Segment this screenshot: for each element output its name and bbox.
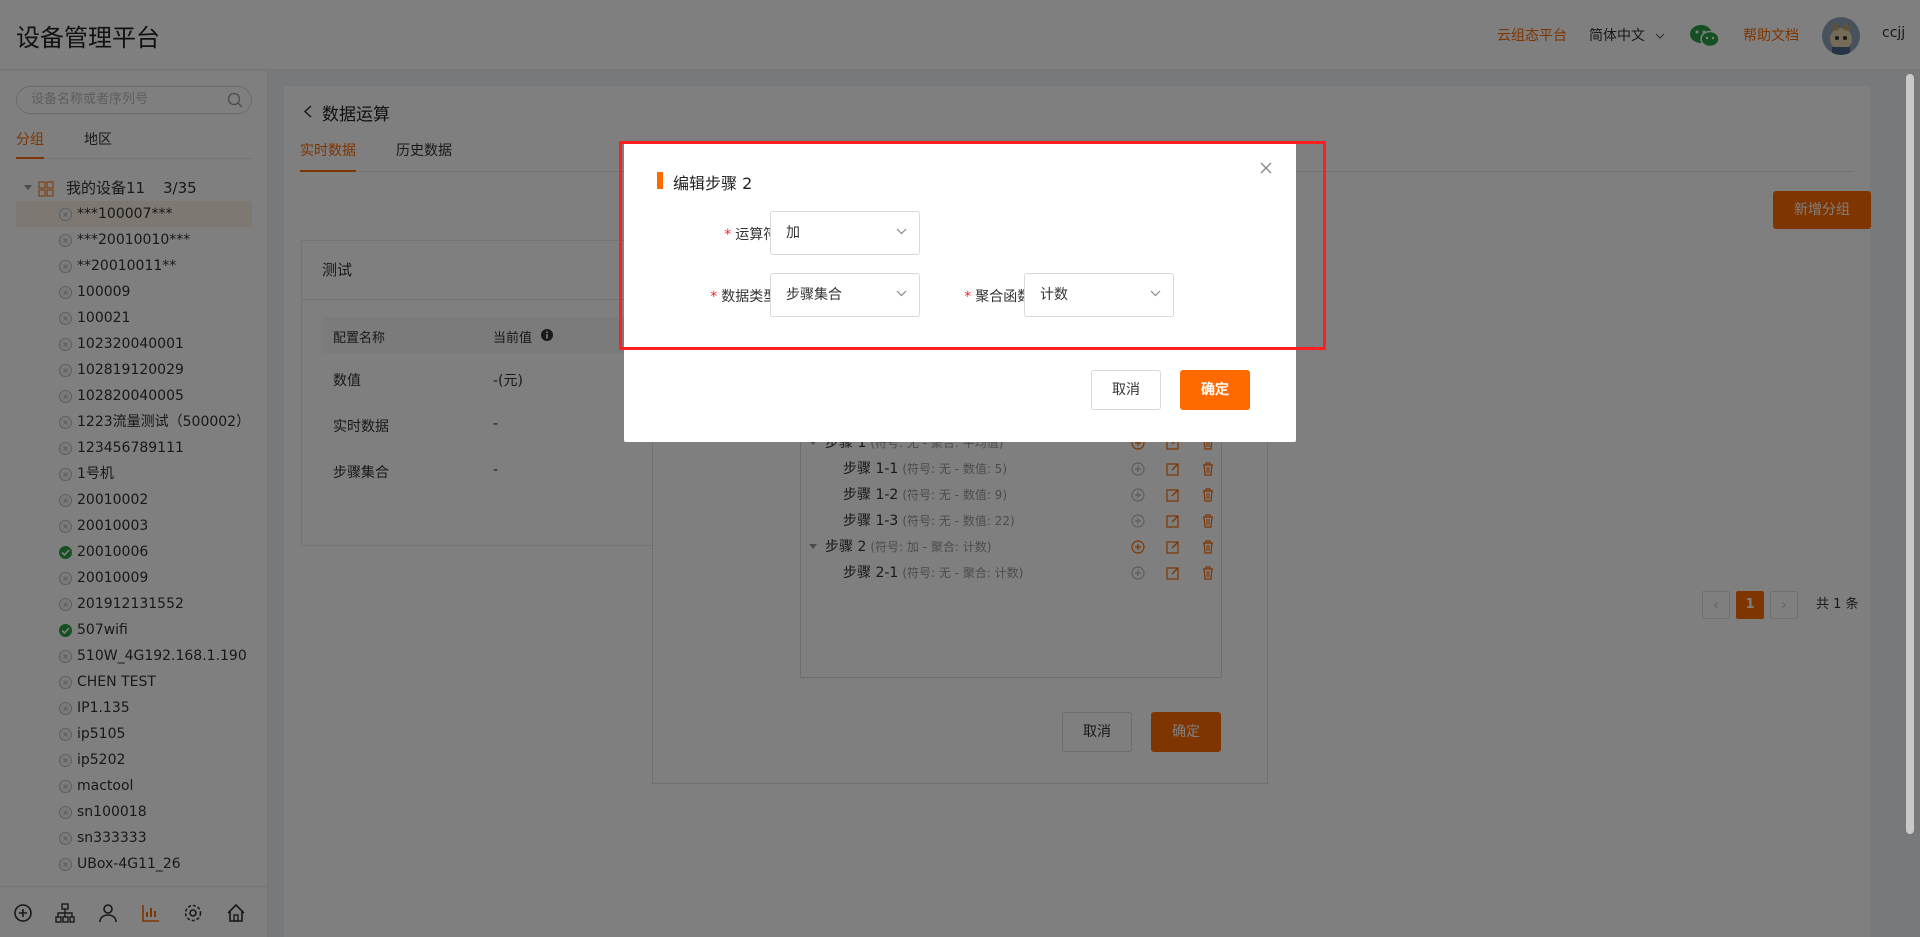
page-scrollbar[interactable] [1906, 74, 1914, 834]
modal-cancel-button[interactable]: 取消 [1091, 370, 1161, 410]
modal-ok-button[interactable]: 确定 [1180, 370, 1250, 410]
highlight-box [619, 141, 1326, 350]
